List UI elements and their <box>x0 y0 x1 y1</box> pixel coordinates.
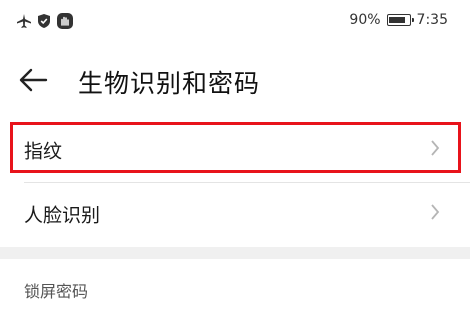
status-bar: 90% 7:35 <box>0 0 470 44</box>
highlight-box <box>10 122 461 173</box>
airplane-icon <box>16 13 32 29</box>
clock: 7:35 <box>416 12 448 28</box>
menu-item-face-recognition[interactable]: 人脸识别 <box>0 183 470 245</box>
menu-item-label: 人脸识别 <box>24 204 101 227</box>
battery-icon <box>386 14 414 26</box>
battery-percent: 90% <box>349 12 381 28</box>
back-button[interactable] <box>18 66 50 94</box>
section-title-lock-screen-password: 锁屏密码 <box>24 282 89 301</box>
battery-fill <box>389 16 406 23</box>
page-title: 生物识别和密码 <box>78 69 261 98</box>
header: 生物识别和密码 <box>0 56 470 106</box>
arrow-left-icon <box>18 68 50 98</box>
shield-icon <box>37 13 51 29</box>
hand-icon <box>56 12 74 30</box>
status-right: 90% 7:35 <box>349 12 448 28</box>
section-separator <box>0 247 470 259</box>
chevron-right-icon <box>430 204 440 224</box>
status-icons <box>16 12 74 30</box>
